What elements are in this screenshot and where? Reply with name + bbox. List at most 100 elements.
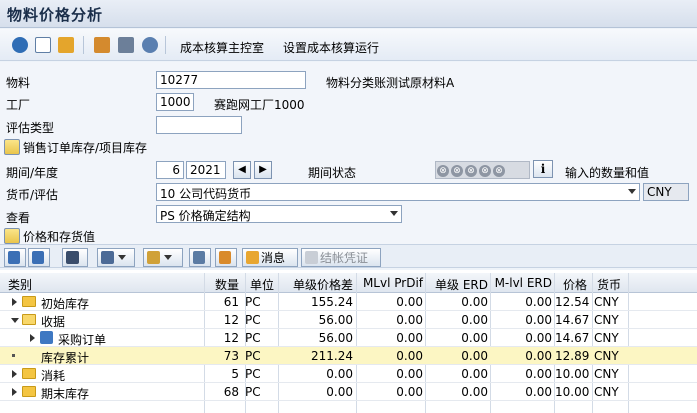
column-header-quantity[interactable]: 数量 <box>205 276 239 293</box>
plant-input[interactable]: 1000 <box>156 93 194 111</box>
hierarchy-button[interactable] <box>215 248 237 267</box>
row-currency: CNY <box>594 313 619 327</box>
column-header-unit[interactable]: 单位 <box>250 276 274 293</box>
expand-node-icon[interactable] <box>12 388 17 396</box>
row-erd: 0.00 <box>461 313 488 327</box>
column-header-price[interactable]: 价格 <box>555 276 587 293</box>
row-price-diff: 56.00 <box>318 331 353 345</box>
row-quantity: 73 <box>223 349 239 363</box>
open-folder-icon <box>22 314 36 325</box>
document-icon <box>305 251 318 264</box>
table-row[interactable]: 采购订单 12 PC 56.00 0.00 0.00 0.00 14.67 CN… <box>0 329 697 347</box>
view-value: PS 价格确定结构 <box>160 209 251 223</box>
row-currency: CNY <box>594 349 619 363</box>
material-input[interactable]: 10277 <box>156 71 306 89</box>
messages-button[interactable]: 消息 <box>242 248 298 267</box>
valuation-type-label: 评估类型 <box>6 121 55 135</box>
row-price: 14.67 <box>555 331 590 345</box>
row-mlvl-prdif: 0.00 <box>396 331 423 345</box>
table-icon[interactable] <box>118 37 134 53</box>
table-row[interactable]: 期末库存 68 PC 0.00 0.00 0.00 0.00 10.00 CNY <box>0 383 697 401</box>
period-year-label: 期间/年度 <box>6 166 59 180</box>
table-row[interactable]: 收据 12 PC 56.00 0.00 0.00 0.00 14.67 CNY <box>0 311 697 329</box>
row-category: 期末库存 <box>41 387 90 401</box>
column-header-currency[interactable]: 货币 <box>597 276 621 293</box>
view-dropdown[interactable]: PS 价格确定结构 <box>156 205 402 223</box>
expand-all-button[interactable] <box>4 248 26 267</box>
row-mlvl-erd: 0.00 <box>525 385 552 399</box>
expand-section-icon <box>4 139 20 155</box>
audio-icon[interactable] <box>142 37 158 53</box>
display-icon[interactable] <box>35 37 51 53</box>
column-header-mlvl-erd[interactable]: M-lvl ERD <box>491 276 552 290</box>
application-toolbar: 成本核算主控室 设置成本核算运行 <box>0 29 697 61</box>
posting-document-button[interactable]: 结帐凭证 <box>301 248 381 267</box>
price-inventory-section-label: 价格和存货值 <box>23 229 96 244</box>
row-price: 10.00 <box>555 367 590 381</box>
layout-button[interactable] <box>97 248 135 267</box>
purchase-order-icon <box>40 331 53 344</box>
row-price: 12.89 <box>555 349 590 363</box>
menu-costing-cockpit[interactable]: 成本核算主控室 <box>180 39 264 56</box>
settings-icon[interactable] <box>94 37 110 53</box>
row-currency: CNY <box>594 331 619 345</box>
columns-icon <box>147 251 160 264</box>
row-quantity: 12 <box>223 331 239 345</box>
next-period-button[interactable]: ▶ <box>254 161 272 179</box>
price-inventory-section[interactable]: 价格和存货值 <box>4 227 95 245</box>
valuation-type-input[interactable] <box>156 116 242 134</box>
status-closed-icon: ⊗ <box>437 165 449 177</box>
status-closed-icon: ⊗ <box>451 165 463 177</box>
expand-node-icon[interactable] <box>30 334 35 342</box>
chevron-down-icon <box>118 255 126 260</box>
collapse-all-button[interactable] <box>28 248 50 267</box>
info-button[interactable]: i <box>533 160 553 178</box>
row-price-diff: 0.00 <box>326 385 353 399</box>
posting-document-label: 结帐凭证 <box>320 251 369 265</box>
expand-node-icon[interactable] <box>12 370 17 378</box>
previous-period-button[interactable]: ◀ <box>233 161 251 179</box>
menu-setup-costing-run[interactable]: 设置成本核算运行 <box>283 39 379 56</box>
row-category: 采购订单 <box>58 333 107 347</box>
currency-valuation-label: 货币/评估 <box>6 188 59 202</box>
year-input[interactable]: 2021 <box>186 161 226 179</box>
layout-icon <box>101 251 114 264</box>
find-button[interactable] <box>62 248 88 267</box>
table-row[interactable]: 初始库存 61 PC 155.24 0.00 0.00 0.00 12.54 C… <box>0 293 697 311</box>
row-erd: 0.00 <box>461 295 488 309</box>
binoculars-icon <box>66 251 79 264</box>
folder-icon <box>22 368 36 379</box>
column-header-erd[interactable]: 单级 ERD <box>426 276 488 293</box>
chevron-down-icon <box>628 189 636 194</box>
row-quantity: 68 <box>223 385 239 399</box>
expand-node-icon[interactable] <box>12 298 17 306</box>
toolbar-separator <box>165 36 166 54</box>
row-unit: PC <box>245 349 261 363</box>
row-category: 库存累计 <box>41 351 90 365</box>
row-erd: 0.00 <box>461 385 488 399</box>
column-header-price-diff[interactable]: 单级价格差 <box>281 276 353 293</box>
period-input[interactable]: 6 <box>156 161 184 179</box>
table-row-total[interactable]: 库存累计 73 PC 211.24 0.00 0.00 0.00 12.89 C… <box>0 347 697 365</box>
currency-valuation-dropdown[interactable]: 10 公司代码货币 <box>156 183 640 201</box>
table-row[interactable]: 消耗 5 PC 0.00 0.00 0.00 0.00 10.00 CNY <box>0 365 697 383</box>
row-category: 收据 <box>41 315 66 329</box>
sales-order-section[interactable]: 销售订单库存/项目库存 <box>4 138 147 156</box>
columns-button[interactable] <box>143 248 183 267</box>
expand-all-icon <box>8 251 20 264</box>
row-category: 消耗 <box>41 369 66 383</box>
magnifier-icon <box>193 251 205 264</box>
row-price-diff: 211.24 <box>311 349 353 363</box>
column-header-mlvl-prdif[interactable]: MLvl PrDif <box>357 276 423 290</box>
material-description: 物料分类账测试原材料A <box>326 76 455 90</box>
input-quantity-value-label: 输入的数量和值 <box>565 166 650 180</box>
row-mlvl-prdif: 0.00 <box>396 295 423 309</box>
row-quantity: 5 <box>231 367 239 381</box>
details-button[interactable] <box>189 248 211 267</box>
plant-description: 赛跑网工厂1000 <box>214 98 305 112</box>
hierarchy-icon[interactable] <box>58 37 74 53</box>
column-header-category[interactable]: 类别 <box>8 276 32 293</box>
collapse-node-icon[interactable] <box>11 318 19 323</box>
refresh-icon[interactable] <box>12 37 28 53</box>
row-mlvl-erd: 0.00 <box>525 313 552 327</box>
